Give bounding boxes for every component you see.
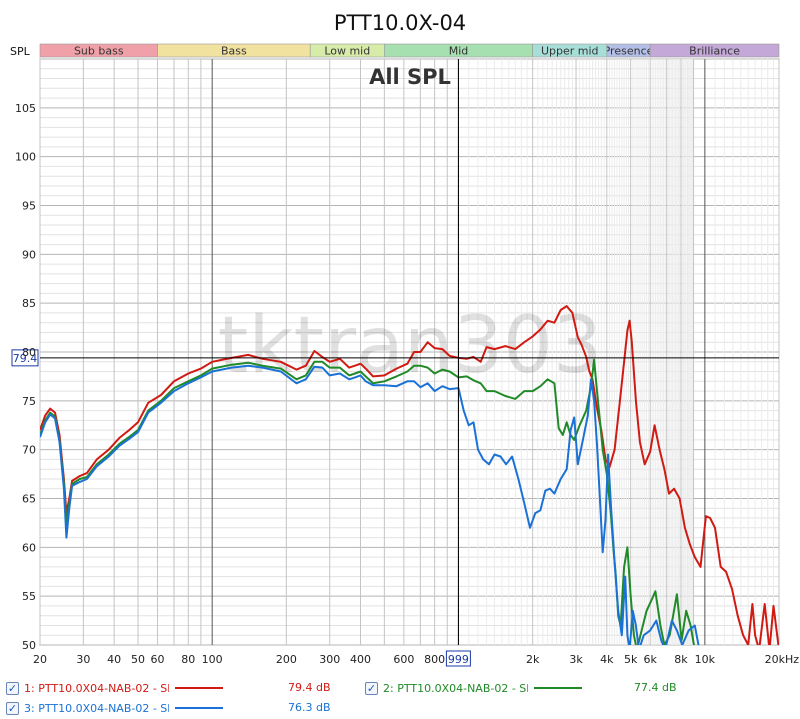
x-tick-label: 4k <box>600 653 614 666</box>
legend-checkbox[interactable]: ✓ <box>365 681 378 695</box>
legend-series-name: 3: PTT10.0X04-NAB-02 - SPL_6 <box>24 701 169 715</box>
band-label: Sub bass <box>74 45 124 58</box>
legend-swatch <box>175 687 223 689</box>
band-label: Brilliance <box>689 45 740 58</box>
band-label: Low mid <box>324 45 370 58</box>
legend-checkbox[interactable]: ✓ <box>6 681 19 695</box>
chart-title: PTT10.0X-04 <box>334 11 466 35</box>
y-tick-label: 105 <box>15 102 36 115</box>
legend-swatch <box>175 707 223 709</box>
x-tick-label: 10k <box>695 653 716 666</box>
frequency-response-chart[interactable]: PTT10.0X-04 SPL Sub bass Bass Low mid Mid Up… <box>0 0 800 676</box>
y-axis-label: SPL <box>10 45 31 58</box>
frequency-band-strip: Sub bass Bass Low mid Mid Upper mid Presence B… <box>39 43 780 58</box>
y-tick-label: 55 <box>22 590 36 603</box>
watermark: tktran303 <box>218 301 603 391</box>
y-tick-label: 100 <box>15 151 36 164</box>
x-tick-label: 100 <box>202 653 223 666</box>
chart-annotation: All SPL <box>369 65 451 89</box>
y-tick-label: 85 <box>22 297 36 310</box>
legend-cursor-value: 77.4 dB <box>634 681 677 694</box>
legend-series-name: 2: PTT10.0X04-NAB-02 - SPL_3 <box>383 681 528 695</box>
legend-item-2[interactable]: ✓ 2: PTT10.0X04-NAB-02 - SPL_3 <box>365 678 582 698</box>
x-tick-label: 80 <box>181 653 195 666</box>
legend-swatch <box>534 687 582 689</box>
x-tick-label: 6k <box>644 653 658 666</box>
x-tick-label: 2k <box>526 653 540 666</box>
y-tick-label: 65 <box>22 493 36 506</box>
cursor-x-label: 999 <box>448 653 469 666</box>
x-tick-label: 5k <box>624 653 638 666</box>
legend-checkbox[interactable]: ✓ <box>6 701 19 715</box>
y-tick-label: 80 <box>22 346 36 359</box>
x-tick-label: 3k <box>569 653 583 666</box>
band-label: Bass <box>221 45 247 58</box>
legend-cursor-value: 76.3 dB <box>288 701 331 714</box>
x-tick-label: 800 <box>424 653 445 666</box>
legend: ✓ 1: PTT10.0X04-NAB-02 - SPL_0 79.4 dB ✓ 2: … <box>0 676 800 719</box>
x-tick-label: 8k <box>674 653 688 666</box>
legend-cursor-value: 79.4 dB <box>288 681 331 694</box>
y-tick-label: 70 <box>22 444 36 457</box>
x-tick-label: 40 <box>107 653 121 666</box>
x-tick-label: 200 <box>276 653 297 666</box>
x-tick-labels: 20 30 40 50 60 80 100 200 300 400 600 800 2k 3k 4k 5k 6k… <box>33 653 799 666</box>
y-tick-labels: 50 55 60 65 70 75 80 85 90 95 100 105 <box>15 102 36 652</box>
y-tick-label: 50 <box>22 639 36 652</box>
y-tick-label: 75 <box>22 395 36 408</box>
x-tick-label: 20kHz <box>765 653 800 666</box>
band-label: Presence <box>604 45 654 58</box>
x-tick-label: 50 <box>131 653 145 666</box>
x-tick-label: 30 <box>76 653 90 666</box>
y-tick-label: 60 <box>22 541 36 554</box>
legend-series-name: 1: PTT10.0X04-NAB-02 - SPL_0 <box>24 681 169 695</box>
x-tick-label: 600 <box>393 653 414 666</box>
x-tick-label: 60 <box>151 653 165 666</box>
legend-item-3[interactable]: ✓ 3: PTT10.0X04-NAB-02 - SPL_6 <box>6 698 223 718</box>
legend-item-1[interactable]: ✓ 1: PTT10.0X04-NAB-02 - SPL_0 <box>6 678 223 698</box>
x-tick-label: 400 <box>350 653 371 666</box>
y-tick-label: 90 <box>22 248 36 261</box>
y-tick-label: 95 <box>22 200 36 213</box>
band-label: Upper mid <box>541 45 599 58</box>
x-tick-label: 300 <box>319 653 340 666</box>
band-label: Mid <box>449 45 469 58</box>
x-tick-label: 20 <box>33 653 47 666</box>
